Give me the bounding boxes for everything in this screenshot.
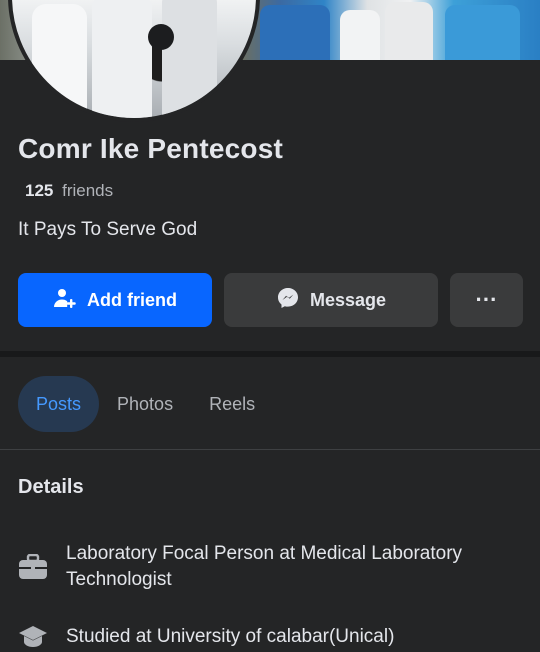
detail-education: Studied at University of calabar(Unical) — [18, 622, 466, 652]
friends-count-number: 125 — [25, 181, 54, 200]
briefcase-icon — [18, 552, 48, 582]
add-person-icon — [53, 286, 77, 315]
add-friend-label: Add friend — [87, 289, 177, 310]
profile-name: Comr Ike Pentecost — [18, 133, 284, 164]
profile-bio: It Pays To Serve God — [18, 219, 198, 240]
tab-photos[interactable]: Photos — [99, 376, 191, 432]
tab-posts[interactable]: Posts — [18, 376, 100, 432]
tabs-divider — [0, 449, 540, 450]
message-button[interactable]: Message — [224, 273, 438, 327]
more-options-button[interactable]: ··· — [450, 273, 523, 327]
graduation-cap-icon — [18, 622, 48, 652]
profile-tabs: Posts Photos Reels — [18, 376, 273, 432]
details-heading: Details — [18, 476, 84, 498]
detail-work-text: Laboratory Focal Person at Medical Labor… — [66, 543, 463, 590]
tab-reels[interactable]: Reels — [191, 376, 273, 432]
profile-picture[interactable] — [8, 0, 260, 122]
message-label: Message — [309, 289, 387, 310]
more-options-icon: ··· — [475, 287, 498, 312]
detail-education-text: Studied at University of calabar(Unical) — [66, 626, 395, 647]
messenger-icon — [276, 286, 300, 315]
friends-count[interactable]: 125 friends — [25, 181, 113, 201]
detail-work: Laboratory Focal Person at Medical Labor… — [18, 541, 466, 593]
friends-count-label: friends — [62, 181, 114, 200]
add-friend-button[interactable]: Add friend — [18, 273, 212, 327]
section-divider — [0, 351, 540, 357]
